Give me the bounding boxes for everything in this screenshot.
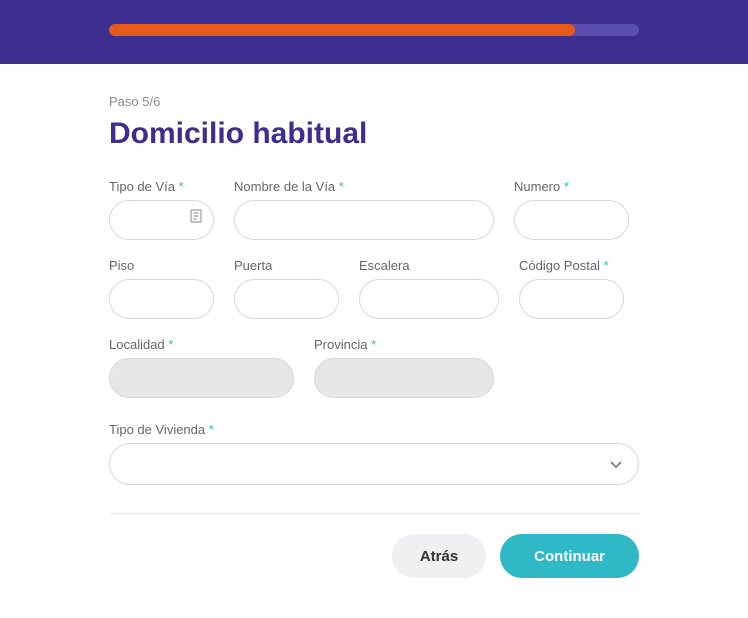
field-tipo-vivienda: Tipo de Vivienda * bbox=[109, 422, 639, 485]
input-escalera[interactable] bbox=[359, 279, 499, 319]
continue-button[interactable]: Continuar bbox=[500, 534, 639, 578]
label-localidad: Localidad * bbox=[109, 337, 294, 352]
label-codigo-postal: Código Postal * bbox=[519, 258, 624, 273]
input-codigo-postal[interactable] bbox=[519, 279, 624, 319]
label-puerta: Puerta bbox=[234, 258, 339, 273]
label-tipo-via: Tipo de Vía * bbox=[109, 179, 214, 194]
input-numero[interactable] bbox=[514, 200, 629, 240]
field-codigo-postal: Código Postal * bbox=[519, 258, 624, 319]
actions: Atrás Continuar bbox=[109, 534, 639, 578]
divider bbox=[109, 513, 639, 514]
label-escalera: Escalera bbox=[359, 258, 499, 273]
input-piso[interactable] bbox=[109, 279, 214, 319]
label-provincia: Provincia * bbox=[314, 337, 494, 352]
label-piso: Piso bbox=[109, 258, 214, 273]
field-puerta: Puerta bbox=[234, 258, 339, 319]
input-provincia bbox=[314, 358, 494, 398]
field-localidad: Localidad * bbox=[109, 337, 294, 398]
header bbox=[0, 0, 748, 64]
input-nombre-via[interactable] bbox=[234, 200, 494, 240]
input-localidad bbox=[109, 358, 294, 398]
field-piso: Piso bbox=[109, 258, 214, 319]
step-label: Paso 5/6 bbox=[109, 94, 639, 109]
form-container: Paso 5/6 Domicilio habitual Tipo de Vía … bbox=[109, 64, 639, 618]
form-grid: Tipo de Vía * Nombre de la Vía * Numero … bbox=[109, 179, 639, 485]
page-title: Domicilio habitual bbox=[109, 117, 639, 151]
select-tipo-vivienda[interactable] bbox=[109, 443, 639, 485]
field-escalera: Escalera bbox=[359, 258, 499, 319]
field-tipo-via: Tipo de Vía * bbox=[109, 179, 214, 240]
label-nombre-via: Nombre de la Vía * bbox=[234, 179, 494, 194]
field-nombre-via: Nombre de la Vía * bbox=[234, 179, 494, 240]
label-tipo-vivienda: Tipo de Vivienda * bbox=[109, 422, 639, 437]
field-provincia: Provincia * bbox=[314, 337, 494, 398]
progress-fill bbox=[109, 24, 575, 36]
field-numero: Numero * bbox=[514, 179, 629, 240]
input-puerta[interactable] bbox=[234, 279, 339, 319]
progress-bar bbox=[109, 24, 639, 36]
contacts-icon bbox=[190, 209, 202, 223]
label-numero: Numero * bbox=[514, 179, 629, 194]
back-button[interactable]: Atrás bbox=[392, 534, 486, 578]
chevron-down-icon bbox=[609, 457, 623, 471]
